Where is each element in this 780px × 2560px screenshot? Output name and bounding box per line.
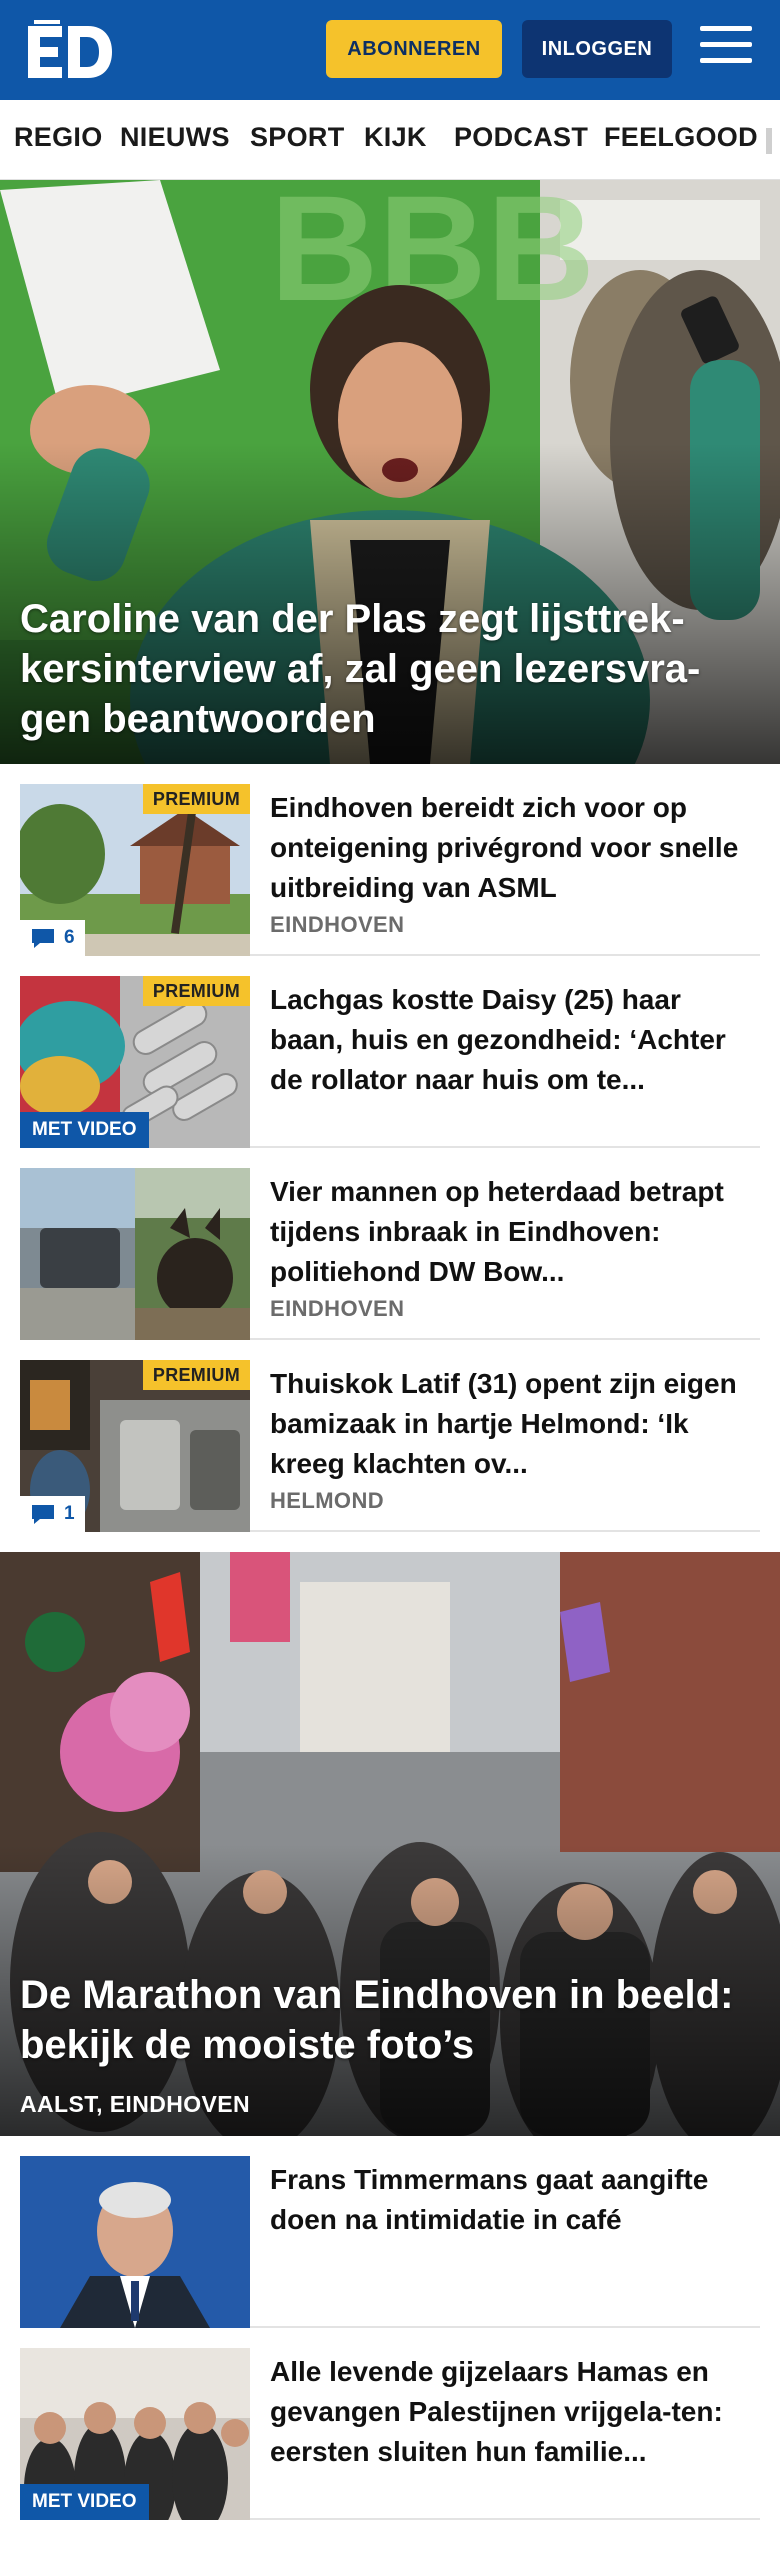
top-header: ABONNEREN INLOGGEN — [0, 0, 780, 100]
login-button[interactable]: INLOGGEN — [522, 20, 672, 78]
article-thumbnail — [20, 1168, 250, 1340]
featured-location: AALST, EINDHOVEN — [20, 2091, 251, 2117]
article-thumbnail: MET VIDEO — [20, 2348, 250, 2520]
nav-item-podcast[interactable]: PODCAST — [454, 122, 588, 153]
article-title[interactable]: Vier mannen op heterdaad betrapt tijdens… — [270, 1172, 760, 1292]
featured-photo-article[interactable]: De Marathon van Eindhoven in beeld: beki… — [0, 1552, 780, 2136]
article-item[interactable]: PREMIUM 6 Eindhoven bereidt zich voor op… — [20, 764, 760, 956]
nav-item-feelgood[interactable]: FEELGOOD — [604, 122, 758, 153]
article-item[interactable]: PREMIUM MET VIDEO Lachgas kostte Daisy (… — [20, 956, 760, 1148]
nav-item-nieuws[interactable]: NIEUWS — [120, 122, 230, 153]
hamburger-icon[interactable] — [700, 26, 752, 72]
article-thumbnail: PREMIUM 6 — [20, 784, 250, 956]
article-thumbnail — [20, 2156, 250, 2328]
article-location: EINDHOVEN — [270, 1296, 405, 1321]
video-badge: MET VIDEO — [20, 2484, 149, 2520]
nav-item-kijk[interactable]: KIJK — [364, 122, 427, 153]
article-title[interactable]: Frans Timmermans gaat aangifte doen na i… — [270, 2160, 760, 2240]
article-title[interactable]: Alle levende gijzelaars Hamas en gevange… — [270, 2352, 760, 2472]
article-location: HELMOND — [270, 1488, 385, 1513]
article-item[interactable]: MET VIDEO Alle levende gijzelaars Hamas … — [20, 2328, 760, 2520]
article-title[interactable]: Lachgas kostte Daisy (25) haar baan, hui… — [270, 980, 760, 1100]
article-item[interactable]: Vier mannen op heterdaad betrapt tijdens… — [20, 1148, 760, 1340]
article-thumbnail: PREMIUM 1 — [20, 1360, 250, 1532]
article-title[interactable]: Thuiskok Latif (31) opent zijn eigen bam… — [270, 1364, 760, 1484]
article-title[interactable]: Eindhoven bereidt zich voor op onteigeni… — [270, 788, 760, 908]
section-nav: REGIO NIEUWS SPORT KIJK PODCAST FEELGOOD — [0, 100, 780, 180]
hero-headline[interactable]: Caroline van der Plas zegt lijsttrek-ker… — [20, 594, 756, 744]
nav-item-sport[interactable]: SPORT — [250, 122, 345, 153]
article-item[interactable]: Frans Timmermans gaat aangifte doen na i… — [20, 2136, 760, 2328]
premium-badge: PREMIUM — [142, 1360, 250, 1390]
comment-count-value: 1 — [64, 1503, 75, 1524]
nav-overflow-hint — [766, 128, 772, 154]
subscribe-button[interactable]: ABONNEREN — [326, 20, 502, 78]
comment-count-value: 6 — [64, 927, 75, 948]
comment-icon — [32, 929, 54, 948]
hero-article[interactable]: BBB Caroline van der Plas zegt lijsttrek… — [0, 180, 780, 764]
comment-count[interactable]: 1 — [20, 1496, 85, 1532]
nav-item-regio[interactable]: REGIO — [14, 122, 103, 153]
article-item[interactable]: PREMIUM 1 Thuiskok Latif (31) opent zijn… — [20, 1340, 760, 1532]
premium-badge: PREMIUM — [142, 976, 250, 1006]
premium-badge: PREMIUM — [142, 784, 250, 814]
comment-icon — [32, 1505, 54, 1524]
ed-logo[interactable] — [28, 20, 114, 80]
article-location: EINDHOVEN — [270, 912, 405, 937]
comment-count[interactable]: 6 — [20, 920, 85, 956]
article-thumbnail: PREMIUM MET VIDEO — [20, 976, 250, 1148]
video-badge: MET VIDEO — [20, 1112, 149, 1148]
featured-headline[interactable]: De Marathon van Eindhoven in beeld: beki… — [20, 1970, 760, 2070]
